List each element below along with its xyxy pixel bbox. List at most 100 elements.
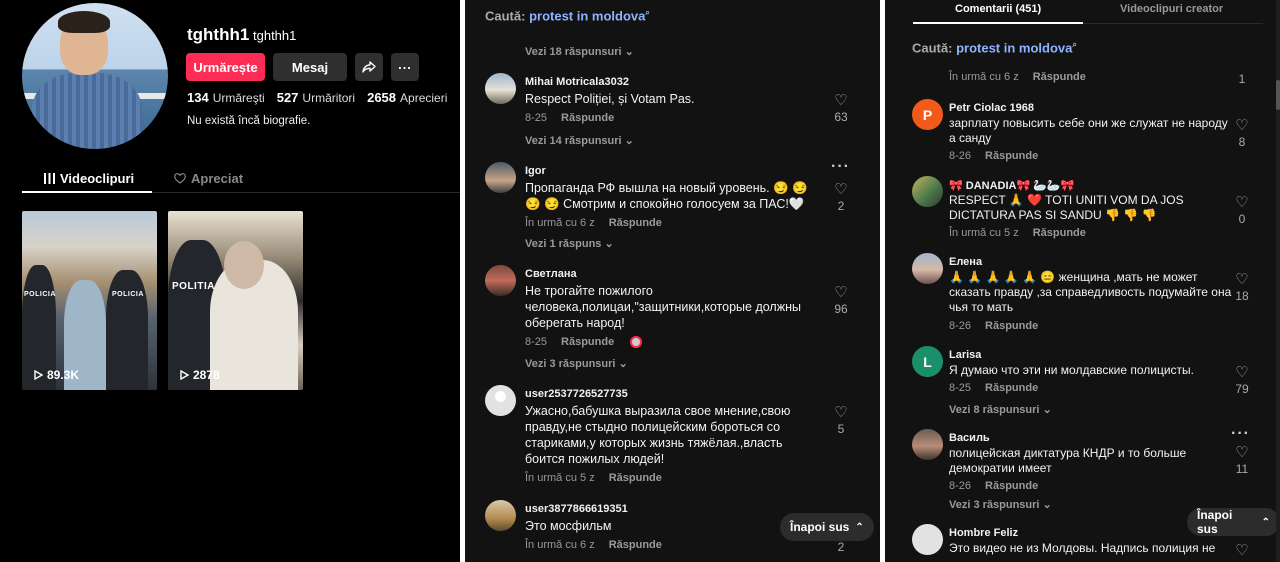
comment-avatar[interactable]: [912, 429, 943, 460]
reply-button[interactable]: Răspunde: [609, 472, 662, 484]
comments-panel-2: Comentarii (451) Videoclipuri creator Ca…: [885, 0, 1280, 562]
like-button[interactable]: ♡ 96: [829, 285, 853, 316]
search-context: Caută: protest in moldova⌕: [485, 8, 650, 24]
video-thumbnail[interactable]: POLITIA 2878: [168, 211, 303, 390]
profile-stats: 134 Urmăreşti 527 Urmăritori 2658 Aprecieri: [187, 90, 447, 105]
scrollbar[interactable]: [1276, 0, 1280, 562]
reply-button[interactable]: Răspunde: [561, 112, 614, 124]
profile-username: tghthh1: [187, 25, 250, 44]
play-icon: [180, 370, 189, 380]
comment-author[interactable]: Larisa: [949, 349, 981, 361]
stat-likes: 2658 Aprecieri: [367, 90, 448, 105]
share-button[interactable]: [355, 53, 383, 81]
reply-button[interactable]: Răspunde: [985, 382, 1038, 394]
comment-author[interactable]: user3877866619351: [525, 503, 628, 515]
comment-avatar[interactable]: [485, 385, 516, 416]
comment-avatar[interactable]: [912, 253, 943, 284]
comment-text: Я думаю что эти ни молдавские полицисты.: [949, 363, 1194, 377]
comment-avatar[interactable]: P: [912, 99, 943, 130]
profile-avatar[interactable]: [22, 3, 168, 149]
comment-avatar[interactable]: [485, 73, 516, 104]
search-icon: ⌕: [1072, 40, 1077, 49]
back-to-top-button[interactable]: Înapoi sus ⌃: [1187, 508, 1280, 536]
comment-author[interactable]: Hombre Feliz: [949, 527, 1018, 539]
comment-text: зарплату повысить себе они же служат не …: [949, 116, 1228, 145]
comment-author[interactable]: Petr Ciolac 1968: [949, 102, 1034, 114]
reply-button[interactable]: Răspunde: [1033, 227, 1086, 239]
more-options-icon[interactable]: ···: [1231, 425, 1250, 443]
reply-button[interactable]: Răspunde: [985, 480, 1038, 492]
comment-avatar[interactable]: L: [912, 346, 943, 377]
view-replies-button[interactable]: Vezi 18 răspunsuri ⌄: [525, 45, 634, 58]
reply-button[interactable]: Răspunde: [609, 539, 662, 551]
comment-author[interactable]: Igor: [525, 165, 546, 177]
heart-icon: ♡: [1235, 194, 1249, 211]
more-options-icon[interactable]: ···: [831, 158, 850, 176]
video-views: 2878: [180, 368, 220, 382]
more-dots-icon: ...: [398, 56, 412, 72]
video-views: 89.3K: [34, 368, 79, 382]
like-button[interactable]: ♡ 63: [829, 93, 853, 124]
reply-button[interactable]: Răspunde: [609, 217, 662, 229]
reply-button[interactable]: Răspunde: [1033, 71, 1086, 83]
comment-author[interactable]: Светлана: [525, 268, 577, 280]
search-context: Caută: protest in moldova⌕: [912, 40, 1077, 56]
like-button[interactable]: ♡ 0: [1230, 195, 1254, 226]
message-button[interactable]: Mesaj: [273, 53, 347, 81]
like-button[interactable]: ♡ 79: [1230, 365, 1254, 396]
reply-button[interactable]: Răspunde: [985, 320, 1038, 332]
stat-following[interactable]: 134 Urmăreşti: [187, 90, 265, 105]
comment-avatar[interactable]: [485, 265, 516, 296]
chevron-up-icon: ⌃: [855, 521, 864, 533]
like-button[interactable]: ♡ 2: [829, 182, 853, 213]
comment-author[interactable]: Василь: [949, 432, 990, 444]
view-replies-button[interactable]: Vezi 14 răspunsuri ⌄: [525, 134, 634, 147]
stat-followers[interactable]: 527 Urmăritori: [277, 90, 355, 105]
like-button[interactable]: ♡ 5: [829, 405, 853, 436]
comment-author[interactable]: user2537726527735: [525, 388, 628, 400]
view-replies-button[interactable]: Vezi 3 răspunsuri ⌄: [949, 498, 1052, 511]
comment-text: RESPECT 🙏 ❤️ TOTI UNITI VOM DA JOS DICTA…: [949, 193, 1184, 222]
follow-button[interactable]: Urmărește: [186, 53, 265, 81]
comment-author[interactable]: Елена: [949, 256, 982, 268]
reply-button[interactable]: Răspunde: [561, 336, 614, 348]
like-button[interactable]: ♡ 11: [1230, 445, 1254, 476]
comment-text: Не трогайте пожилого человека,полицаи,"з…: [525, 284, 801, 330]
comment-author[interactable]: 🎀 DANADIA🎀 🦢🦢🎀: [949, 179, 1074, 192]
more-options-button[interactable]: ...: [391, 53, 419, 81]
like-button[interactable]: ♡: [1230, 543, 1254, 558]
view-replies-button[interactable]: Vezi 8 răspunsuri ⌄: [949, 403, 1052, 416]
heart-icon: ♡: [1235, 542, 1249, 559]
profile-panel: tghthh1 tghthh1 Urmărește Mesaj ... 134 U…: [0, 0, 460, 562]
tab-liked[interactable]: Apreciat: [174, 171, 243, 186]
profile-bio: Nu există încă biografie.: [187, 115, 311, 127]
search-query-link[interactable]: protest in moldova: [529, 8, 645, 23]
search-query-link[interactable]: protest in moldova: [956, 40, 1072, 55]
tab-comments[interactable]: Comentarii (451): [955, 3, 1041, 15]
view-replies-button[interactable]: Vezi 3 răspunsuri ⌄: [525, 357, 628, 370]
reply-button[interactable]: Răspunde: [985, 150, 1038, 162]
heart-icon: ♡: [1235, 444, 1249, 461]
comment-avatar[interactable]: [485, 500, 516, 531]
tab-videos[interactable]: Videoclipuri: [44, 171, 134, 186]
video-thumbnail[interactable]: POLICIA POLICIA 89.3K: [22, 211, 157, 390]
play-icon: [34, 370, 43, 380]
like-button[interactable]: ♡ 18: [1230, 272, 1254, 303]
comment-author[interactable]: Mihai Motricala3032: [525, 76, 629, 88]
comment-tabs: Comentarii (451) Videoclipuri creator: [913, 0, 1263, 24]
comment-avatar[interactable]: [912, 176, 943, 207]
comment-avatar[interactable]: [912, 524, 943, 555]
comment-meta: 8-26 Răspunde: [949, 480, 1039, 492]
comment-meta: În urmă cu 5 z Răspunde: [525, 472, 662, 484]
comment-text: Пропаганда РФ вышла на новый уровень. 😏 …: [525, 181, 808, 211]
heart-icon: ♡: [834, 92, 848, 109]
comment-avatar[interactable]: [485, 162, 516, 193]
comment-text: 🙏 🙏 🙏 🙏 🙏 😑 женщина ,мать не может сказа…: [949, 270, 1232, 314]
comment-meta: În urmă cu 6 z Răspunde: [949, 71, 1086, 83]
back-to-top-button[interactable]: Înapoi sus ⌃: [780, 513, 874, 541]
view-replies-button[interactable]: Vezi 1 răspuns ⌄: [525, 237, 614, 250]
tab-creator-videos[interactable]: Videoclipuri creator: [1120, 3, 1223, 15]
comment-text: Это мосфильм: [525, 519, 612, 533]
like-button[interactable]: ♡ 8: [1230, 118, 1254, 149]
comment-meta: În urmă cu 6 z Răspunde: [525, 539, 662, 551]
